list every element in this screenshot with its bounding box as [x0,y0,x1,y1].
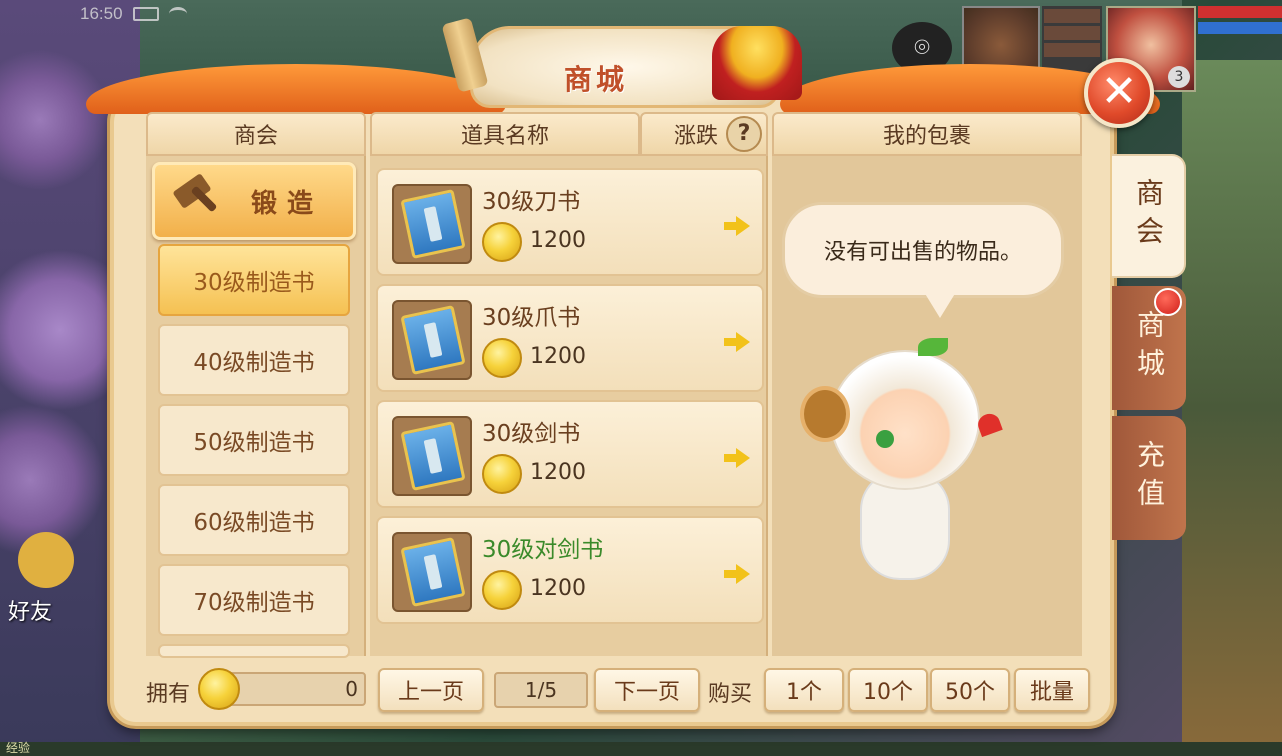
item-name: 30级剑书 [482,421,581,447]
window-title: 商城 [563,63,628,96]
battery-icon [132,7,159,21]
buy-batch-button[interactable]: 批量 [1014,668,1090,712]
next-page-button[interactable]: 下一页 [594,668,700,712]
gold-coin-icon [482,222,522,262]
gold-coin-icon [482,454,522,494]
page-indicator: 1/5 [494,672,588,708]
item-name: 30级爪书 [482,305,581,331]
wifi-icon [168,7,187,21]
category-forge[interactable]: 锻造 [152,162,356,240]
item-row[interactable]: 30级剑书 1200 [376,400,764,508]
item-price: 1200 [530,460,586,485]
hammer-icon [172,173,221,221]
gold-ingot-icon [712,26,802,100]
friends-label: 好友 [8,600,53,625]
header-guild: 商会 [146,112,366,156]
item-price: 1200 [530,344,586,369]
category-item-level50[interactable]: 50级制造书 [158,404,350,476]
exp-label: 经验 [6,741,31,755]
header-change-label: 涨跌 [674,124,719,149]
blade-scroll-icon [392,184,472,264]
header-bag: 我的包裹 [772,112,1082,156]
item-price: 1200 [530,228,586,253]
arrow-right-icon[interactable] [724,448,750,468]
tab-recharge[interactable]: 充值 [1112,416,1186,540]
gold-coin-icon [482,338,522,378]
hp-bar [1198,6,1282,18]
status-time: 16:50 [80,4,123,23]
category-item-partial[interactable] [158,644,350,658]
category-item-level30[interactable]: 30级制造书 [158,244,350,316]
category-item-level60[interactable]: 60级制造书 [158,484,350,556]
help-icon[interactable]: ? [726,116,763,152]
claw-scroll-icon [392,300,472,380]
category-item-level70[interactable]: 70级制造书 [158,564,350,636]
category-forge-label: 锻造 [251,188,324,219]
game-scene-right [1182,60,1282,756]
notification-dot-icon [1154,288,1182,316]
speech-bubble-tail [924,292,956,318]
item-row[interactable]: 30级刀书 1200 [376,168,764,276]
arrow-right-icon[interactable] [724,216,750,236]
item-name: 30级刀书 [482,189,581,215]
mp-bar [1198,22,1282,34]
item-row[interactable]: 30级对剑书 1200 [376,516,764,624]
buy-50-button[interactable]: 50个 [930,668,1010,712]
buy-10-button[interactable]: 10个 [848,668,928,712]
header-change: 涨跌 ? [640,112,768,156]
prev-page-button[interactable]: 上一页 [378,668,484,712]
arrow-right-icon[interactable] [724,564,750,584]
arrow-right-icon[interactable] [724,332,750,352]
friends-button[interactable]: 好友 [8,532,78,625]
player-level-badge: 3 [1168,66,1190,88]
exp-bar: 经验 [0,741,1282,756]
empty-bag-message: 没有可出售的物品。 [782,202,1064,298]
sheep-mascot-image [800,330,1010,590]
status-bar: 16:50 [80,4,187,24]
buy-1-button[interactable]: 1个 [764,668,844,712]
gold-coin-icon [482,570,522,610]
tab-guild[interactable]: 商会 [1112,154,1186,278]
player-status-bars [1198,6,1282,46]
dual-sword-scroll-icon [392,532,472,612]
item-price: 1200 [530,576,586,601]
friends-icon [18,532,74,588]
close-button[interactable]: ✕ [1084,58,1154,128]
sword-scroll-icon [392,416,472,496]
own-label: 拥有 [146,682,191,707]
header-item-name: 道具名称 [370,112,640,156]
buy-label: 购买 [708,682,753,707]
item-row[interactable]: 30级爪书 1200 [376,284,764,392]
gold-coin-icon [198,668,240,710]
item-name: 30级对剑书 [482,537,604,563]
category-item-level40[interactable]: 40级制造书 [158,324,350,396]
